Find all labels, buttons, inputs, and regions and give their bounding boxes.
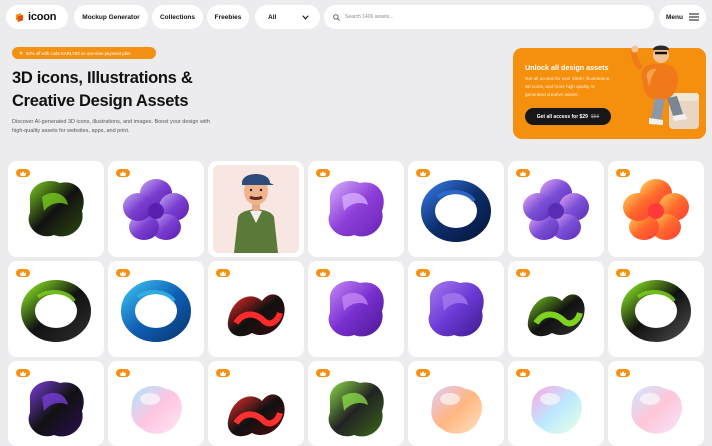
crown-icon: [520, 170, 526, 176]
asset-card-abstract-red-black-wave-3d-shape[interactable]: [208, 261, 304, 357]
premium-badge: [216, 269, 230, 277]
asset-card-abstract-black-green-twist-3d-shape[interactable]: [8, 261, 104, 357]
crown-icon: [420, 370, 426, 376]
crown-icon: [220, 270, 226, 276]
asset-card-abstract-green-black-splash-3d-shape[interactable]: [308, 361, 404, 446]
premium-badge: [116, 369, 130, 377]
category-select[interactable]: All: [255, 5, 320, 29]
character-illustration: [631, 45, 699, 129]
chevron-down-icon: [302, 14, 309, 20]
crown-icon: [220, 370, 226, 376]
premium-badge: [16, 369, 30, 377]
asset-card-abstract-blue-knot-3d-shape[interactable]: [408, 161, 504, 257]
search-placeholder: Search 1406 assets...: [345, 14, 394, 20]
premium-badge: [216, 369, 230, 377]
asset-card-abstract-orange-pastel-blob-3d-shape[interactable]: [408, 361, 504, 446]
crown-icon: [120, 170, 126, 176]
asset-card-abstract-purple-blob-3d-shape[interactable]: [308, 261, 404, 357]
asset-card-abstract-violet-knot-3d-shape[interactable]: [408, 261, 504, 357]
top-nav: icoon Mockup Generator Collections Freeb…: [6, 5, 706, 29]
crown-icon: [20, 270, 26, 276]
asset-card-abstract-holographic-blob-3d-shape[interactable]: [508, 361, 604, 446]
promo-text: 50% off with code EARLY50 on one-time pa…: [26, 50, 131, 56]
get-all-access-label: Get all access for $29: [536, 113, 588, 120]
premium-badge: [16, 169, 30, 177]
crown-icon: [420, 270, 426, 276]
asset-card-abstract-black-purple-3d-shape[interactable]: [8, 361, 104, 446]
premium-badge: [516, 169, 530, 177]
premium-badge: [116, 269, 130, 277]
asset-card-abstract-red-black-swirl-3d-shape[interactable]: [208, 361, 304, 446]
premium-badge: [416, 269, 430, 277]
asset-card-abstract-black-green-curl-3d-shape[interactable]: [508, 261, 604, 357]
crown-icon: [320, 270, 326, 276]
nav-collections[interactable]: Collections: [152, 5, 203, 29]
crown-icon: [620, 270, 626, 276]
asset-card-abstract-green-black-ring-3d-shape[interactable]: [608, 261, 704, 357]
crown-icon: [620, 170, 626, 176]
premium-badge: [316, 369, 330, 377]
nav-freebies[interactable]: Freebies: [207, 5, 249, 29]
hero-description: Discover AI-generated 3D icons, illustra…: [12, 119, 210, 134]
asset-card-abstract-purple-flower-bloom-3d-shape[interactable]: [508, 161, 604, 257]
crown-icon: [520, 370, 526, 376]
sparkle-icon: [19, 51, 23, 55]
asset-card-abstract-orange-red-flower-3d-shape[interactable]: [608, 161, 704, 257]
crown-icon: [20, 170, 26, 176]
get-all-access-button[interactable]: Get all access for $29 $59: [525, 108, 611, 125]
crown-icon: [20, 370, 26, 376]
crown-icon: [120, 270, 126, 276]
search-icon: [333, 13, 340, 21]
category-select-value: All: [268, 13, 277, 21]
premium-badge: [316, 269, 330, 277]
premium-badge: [416, 169, 430, 177]
old-price: $59: [590, 113, 600, 120]
hamburger-icon: [688, 13, 699, 21]
asset-card-abstract-black-green-3d-shape[interactable]: [8, 161, 104, 257]
banner-description: Get all access for over 1500+ illustrati…: [525, 76, 611, 97]
asset-card-abstract-purple-flower-3d-shape[interactable]: [108, 161, 204, 257]
promo-badge[interactable]: 50% off with code EARLY50 on one-time pa…: [12, 47, 156, 59]
unlock-banner: Unlock all design assets Get all access …: [513, 45, 706, 139]
asset-card-abstract-blue-torus-3d-shape[interactable]: [108, 261, 204, 357]
premium-badge: [416, 369, 430, 377]
page-title-line2: Creative Design Assets: [12, 92, 189, 110]
asset-card-abstract-pink-pastel-3d-shape[interactable]: [608, 361, 704, 446]
premium-badge: [116, 169, 130, 177]
crown-icon: [420, 170, 426, 176]
icoon-logo-icon: [15, 12, 24, 22]
premium-badge: [616, 169, 630, 177]
premium-badge: [316, 169, 330, 177]
cartoon-person-image: [213, 165, 299, 253]
logo-link[interactable]: icoon: [6, 5, 68, 29]
crown-icon: [520, 270, 526, 276]
banner-title: Unlock all design assets: [525, 63, 609, 72]
premium-badge: [616, 369, 630, 377]
premium-badge: [516, 269, 530, 277]
crown-icon: [320, 370, 326, 376]
crown-icon: [120, 370, 126, 376]
asset-card-abstract-purple-glass-3d-shape[interactable]: [308, 161, 404, 257]
crown-icon: [320, 170, 326, 176]
logo-text: icoon: [28, 11, 57, 23]
crown-icon: [620, 370, 626, 376]
menu-button[interactable]: Menu: [659, 5, 706, 29]
premium-badge: [616, 269, 630, 277]
asset-card-cartoon-man-cap-illustration[interactable]: [208, 161, 304, 257]
nav-mockup-generator[interactable]: Mockup Generator: [74, 5, 148, 29]
premium-badge: [516, 369, 530, 377]
menu-label: Menu: [666, 13, 683, 21]
page-title: 3D icons, Illustrations & Creative Desig…: [12, 67, 212, 113]
search-input[interactable]: Search 1406 assets...: [324, 5, 654, 29]
asset-card-abstract-pastel-blob-3d-shape[interactable]: [108, 361, 204, 446]
premium-badge: [16, 269, 30, 277]
page-title-line1: 3D icons, Illustrations &: [12, 69, 193, 87]
